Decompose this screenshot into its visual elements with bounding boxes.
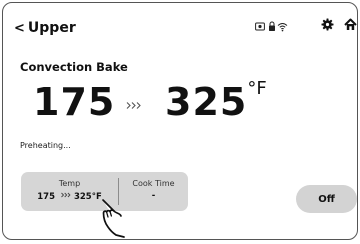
target-temperature[interactable]: 325 °F — [165, 77, 267, 127]
temperature-unit: °F — [247, 78, 267, 99]
pointing-hand-icon — [99, 197, 139, 239]
off-button[interactable]: Off — [296, 185, 357, 213]
cooking-mode-label: Convection Bake — [20, 60, 128, 74]
remote-icon — [255, 17, 265, 36]
temp-from: 175 — [37, 192, 55, 202]
temp-label: Temp — [58, 179, 81, 188]
back-button[interactable]: < Upper — [14, 20, 76, 36]
home-icon[interactable] — [344, 16, 357, 35]
back-label: Upper — [27, 20, 76, 36]
lock-icon — [268, 17, 276, 36]
wifi-icon — [277, 17, 288, 36]
status-text: Preheating... — [20, 141, 71, 150]
temp-to: 325 — [73, 192, 92, 202]
chevron-left-icon: < — [14, 20, 25, 36]
target-temperature-value: 325 — [165, 80, 248, 124]
triple-arrow-right-icon — [126, 95, 142, 114]
oven-screen: < Upper Convection Bake 175 325 °F Prehe… — [2, 2, 358, 240]
small-arrow-right-icon — [61, 190, 71, 203]
settings-gear-icon[interactable] — [321, 16, 334, 35]
cook-time-label: Cook Time — [132, 179, 175, 188]
current-temperature: 175 — [33, 80, 116, 124]
